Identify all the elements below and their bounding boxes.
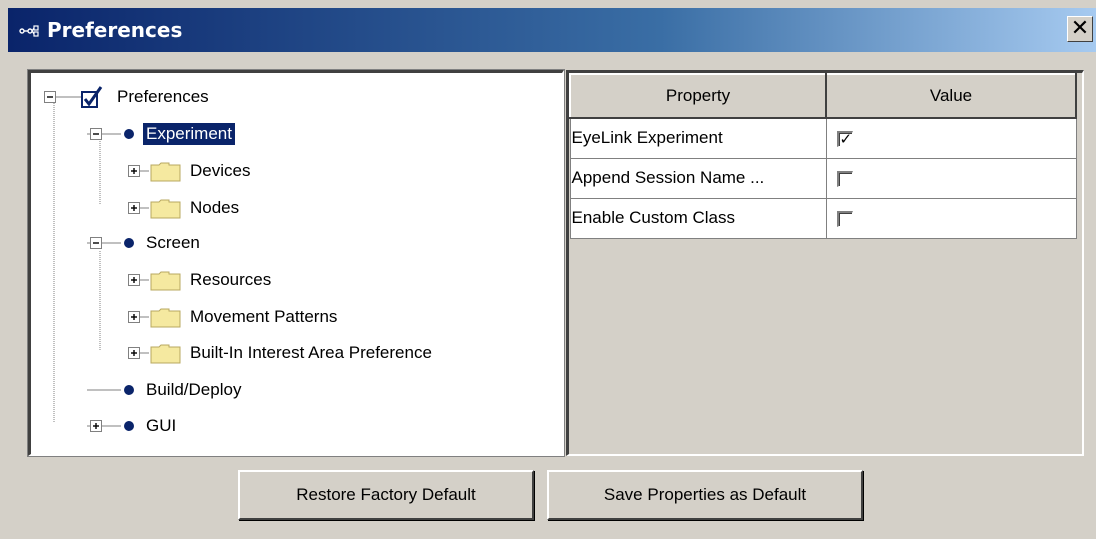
column-header-property[interactable]: Property: [569, 73, 827, 119]
tree-label-nodes: Nodes: [190, 198, 240, 217]
bullet-icon: [124, 421, 134, 431]
tree-label-movement-patterns: Movement Patterns: [190, 307, 338, 326]
collapse-toggle-icon[interactable]: [87, 232, 121, 254]
tree-label-preferences: Preferences: [117, 87, 209, 106]
tree-node-build-deploy[interactable]: Build/Deploy: [87, 376, 244, 404]
property-table: Property Value EyeLink Experiment ✓ Appe…: [569, 73, 1077, 239]
property-value[interactable]: ✓: [825, 117, 1077, 159]
network-nodes-icon: [19, 23, 45, 37]
collapse-toggle-icon[interactable]: [87, 123, 121, 145]
tree-node-movement-patterns[interactable]: Movement Patterns: [125, 303, 340, 331]
tree-label-gui: GUI: [146, 416, 177, 435]
folder-icon: [150, 271, 181, 291]
tree-node-resources[interactable]: Resources: [125, 266, 274, 294]
tree-label-screen: Screen: [146, 233, 200, 252]
tree-node-experiment[interactable]: Experiment: [87, 120, 235, 148]
tree-connector-icon: [87, 389, 121, 391]
preferences-tree[interactable]: Preferences Experiment Devices Nodes Scr…: [27, 69, 565, 457]
save-properties-default-button[interactable]: Save Properties as Default: [547, 470, 863, 520]
property-name: Enable Custom Class: [569, 197, 827, 239]
bullet-icon: [124, 129, 134, 139]
property-name: EyeLink Experiment: [569, 117, 827, 159]
tree-node-gui[interactable]: GUI: [87, 412, 179, 440]
folder-icon: [150, 199, 181, 219]
checkmark-icon: ✓: [839, 129, 853, 148]
bullet-icon: [124, 238, 134, 248]
expand-toggle-icon[interactable]: [87, 415, 121, 437]
checkbox-eyelink-experiment[interactable]: ✓: [836, 129, 853, 148]
folder-icon: [150, 162, 181, 182]
property-value[interactable]: [825, 197, 1077, 239]
close-icon: ✕: [1070, 16, 1090, 41]
checkbox-append-session-name[interactable]: [836, 170, 853, 187]
expand-toggle-icon[interactable]: [125, 342, 149, 364]
tree-label-experiment: Experiment: [143, 123, 235, 145]
table-row: EyeLink Experiment ✓: [569, 117, 1077, 159]
table-row: Enable Custom Class: [569, 197, 1077, 239]
checkbox-enable-custom-class[interactable]: [836, 210, 853, 227]
tree-label-devices: Devices: [190, 161, 251, 180]
window-title: Preferences: [47, 18, 183, 42]
folder-icon: [150, 308, 181, 328]
bullet-icon: [124, 385, 134, 395]
property-table-panel: Property Value EyeLink Experiment ✓ Appe…: [566, 70, 1084, 456]
table-row: Append Session Name ...: [569, 157, 1077, 199]
close-button[interactable]: ✕: [1067, 16, 1093, 42]
expand-toggle-icon[interactable]: [125, 306, 149, 328]
tree-label-interest-area-preference: Built-In Interest Area Preference: [190, 343, 432, 362]
tree-label-build-deploy: Build/Deploy: [146, 380, 242, 399]
tree-node-screen[interactable]: Screen: [87, 229, 203, 257]
restore-factory-default-button[interactable]: Restore Factory Default: [238, 470, 534, 520]
expand-toggle-icon[interactable]: [125, 160, 149, 182]
checkbox-checked-icon: [81, 86, 103, 108]
property-name: Append Session Name ...: [569, 157, 827, 199]
tree-node-nodes[interactable]: Nodes: [125, 194, 242, 222]
column-header-value[interactable]: Value: [825, 73, 1077, 119]
expand-toggle-icon[interactable]: [125, 197, 149, 219]
title-bar[interactable]: Preferences: [8, 8, 1096, 52]
expand-toggle-icon[interactable]: [125, 269, 149, 291]
property-value[interactable]: [825, 157, 1077, 199]
tree-label-resources: Resources: [190, 270, 272, 289]
folder-icon: [150, 344, 181, 364]
tree-node-devices[interactable]: Devices: [125, 157, 253, 185]
tree-node-interest-area-preference[interactable]: Built-In Interest Area Preference: [125, 339, 435, 367]
